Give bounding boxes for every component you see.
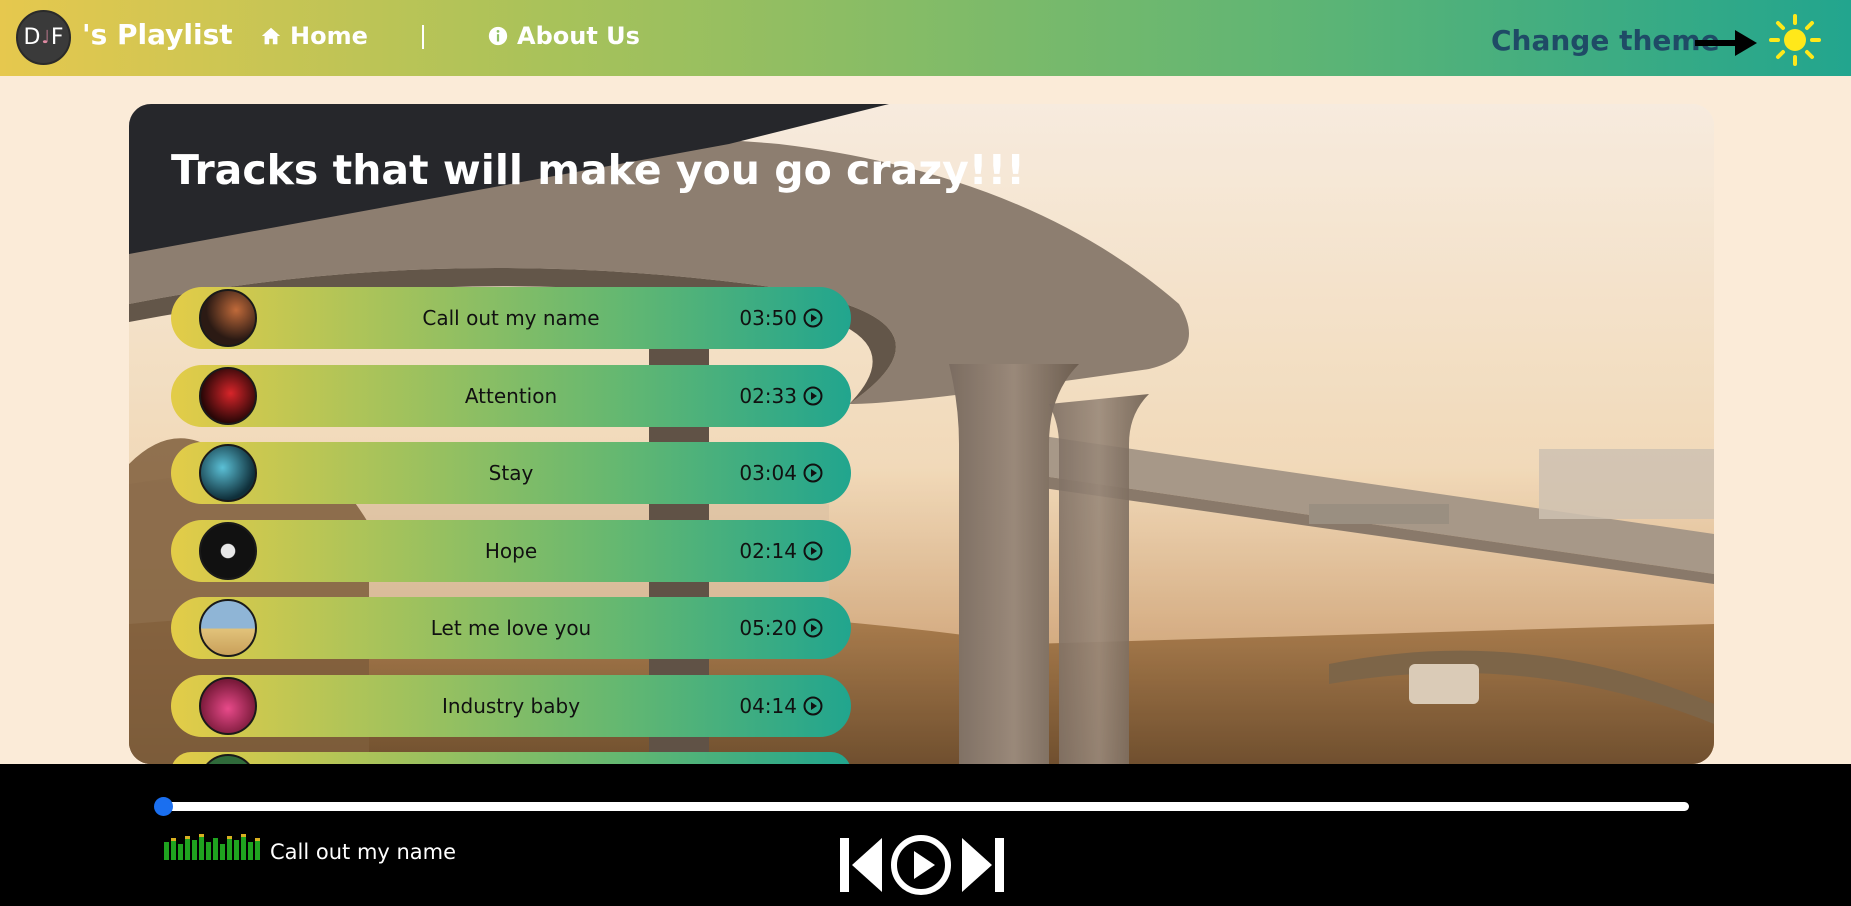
track-row[interactable]: Let me love you 05:20 xyxy=(171,597,851,659)
playlist-title: Tracks that will make you go crazy!!! xyxy=(171,146,1025,194)
progress-handle[interactable] xyxy=(154,797,173,816)
arrow-right-icon xyxy=(1695,30,1757,56)
track-cover xyxy=(199,754,257,764)
nav-home-label: Home xyxy=(290,22,368,50)
navbar: D ♩ F 's Playlist Home About Us Change the… xyxy=(0,0,1851,76)
equalizer-icon xyxy=(164,834,260,860)
nav-separator xyxy=(422,25,424,49)
now-playing-title: Call out my name xyxy=(270,840,457,864)
track-duration: 02:33 xyxy=(739,383,797,408)
nav-about-link[interactable]: About Us xyxy=(487,21,640,51)
playlist-hero: Tracks that will make you go crazy!!! Ca… xyxy=(129,104,1714,764)
track-list: Call out my name 03:50 Attention 02:33 S… xyxy=(171,287,851,764)
play-circle-icon[interactable] xyxy=(803,463,823,483)
track-duration: 05:20 xyxy=(739,616,797,640)
play-icon[interactable] xyxy=(890,834,952,896)
track-row[interactable]: Attention 02:33 xyxy=(171,364,851,427)
nav-home-link[interactable]: Home xyxy=(260,21,368,51)
progress-bar[interactable] xyxy=(162,802,1689,811)
sun-icon[interactable] xyxy=(1769,14,1821,66)
logo-letter-right: F xyxy=(50,25,64,50)
track-row[interactable]: Call out my name 03:50 xyxy=(171,287,851,349)
play-circle-icon[interactable] xyxy=(803,618,823,638)
play-circle-icon[interactable] xyxy=(803,541,823,561)
track-row[interactable]: Hope 02:14 xyxy=(171,519,851,582)
play-circle-icon[interactable] xyxy=(803,696,823,716)
track-duration: 04:14 xyxy=(739,693,797,718)
logo-note: ♩ xyxy=(41,27,50,48)
logo-letter-left: D xyxy=(23,25,41,50)
next-icon[interactable] xyxy=(962,836,1004,894)
play-circle-icon[interactable] xyxy=(803,308,823,328)
track-row[interactable]: Stay 03:04 xyxy=(171,442,851,504)
track-row[interactable]: Industry baby 04:14 xyxy=(171,674,851,737)
play-circle-icon[interactable] xyxy=(803,386,823,406)
nav-about-label: About Us xyxy=(517,22,640,50)
brand-title[interactable]: 's Playlist xyxy=(82,18,233,51)
previous-icon[interactable] xyxy=(840,836,882,894)
brand-logo[interactable]: D ♩ F xyxy=(16,10,71,65)
track-row[interactable] xyxy=(171,752,851,764)
track-duration: 02:14 xyxy=(739,538,797,563)
change-theme-label: Change theme xyxy=(1491,24,1720,57)
info-icon xyxy=(488,26,508,46)
track-duration: 03:50 xyxy=(739,306,797,330)
home-icon xyxy=(261,27,281,45)
player-bar: Call out my name xyxy=(0,764,1851,906)
track-duration: 03:04 xyxy=(739,461,797,485)
